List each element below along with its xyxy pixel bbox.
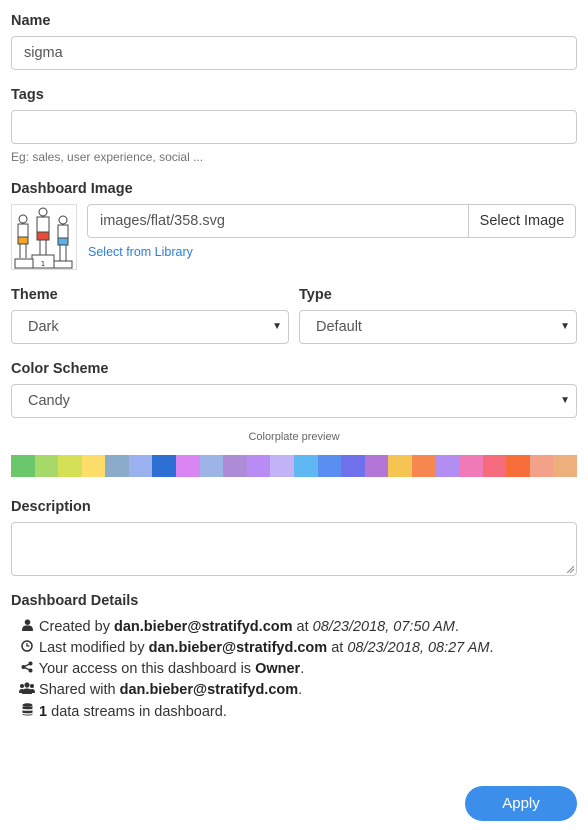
color-swatch bbox=[105, 455, 129, 477]
color-scheme-select[interactable]: Candy ▼ bbox=[11, 384, 577, 418]
color-swatch bbox=[223, 455, 247, 477]
select-image-button[interactable]: Select Image bbox=[468, 204, 576, 238]
color-swatch bbox=[317, 455, 342, 477]
description-textarea[interactable] bbox=[11, 522, 577, 576]
data-streams-row: 1 data streams in dashboard. bbox=[19, 703, 227, 720]
created-by-row: Created by dan.bieber@stratifyd.com at 0… bbox=[19, 619, 459, 635]
tags-label: Tags bbox=[11, 87, 44, 103]
chevron-down-icon: ▼ bbox=[560, 321, 570, 332]
color-swatch bbox=[176, 455, 200, 477]
tags-hint: Eg: sales, user experience, social ... bbox=[11, 150, 204, 164]
name-input[interactable]: sigma bbox=[11, 36, 577, 70]
theme-select[interactable]: Dark ▼ bbox=[11, 310, 289, 344]
color-swatch bbox=[506, 455, 530, 477]
chevron-down-icon: ▼ bbox=[560, 395, 570, 406]
color-swatch bbox=[435, 455, 459, 477]
color-swatch bbox=[270, 455, 294, 477]
color-swatch bbox=[341, 455, 365, 477]
color-swatch bbox=[411, 455, 436, 477]
dashboard-details-label: Dashboard Details bbox=[11, 593, 139, 609]
color-swatch bbox=[364, 455, 389, 477]
color-swatch bbox=[246, 455, 271, 477]
image-path-group: images/flat/358.svg Select Image bbox=[87, 204, 577, 238]
clock-icon bbox=[19, 640, 35, 655]
color-swatch bbox=[11, 455, 35, 477]
color-swatch bbox=[293, 455, 318, 477]
access-row: Your access on this dashboard is Owner. bbox=[19, 661, 304, 677]
type-label: Type bbox=[299, 287, 332, 303]
color-swatch bbox=[152, 455, 177, 477]
colorplate-preview bbox=[11, 455, 577, 477]
shared-with-row: Shared with dan.bieber@stratifyd.com. bbox=[19, 682, 302, 698]
color-swatch bbox=[58, 455, 82, 477]
color-swatch bbox=[458, 455, 483, 477]
select-from-library-link[interactable]: Select from Library bbox=[88, 245, 193, 259]
share-icon bbox=[19, 661, 35, 676]
theme-label: Theme bbox=[11, 287, 58, 303]
image-path-input[interactable]: images/flat/358.svg bbox=[87, 204, 469, 238]
color-scheme-select-value: Candy bbox=[28, 393, 70, 409]
description-label: Description bbox=[11, 499, 91, 515]
color-swatch bbox=[529, 455, 554, 477]
theme-select-value: Dark bbox=[28, 319, 59, 335]
svg-text:1: 1 bbox=[41, 260, 45, 268]
users-icon bbox=[19, 682, 35, 697]
database-icon bbox=[19, 703, 35, 719]
dashboard-image-label: Dashboard Image bbox=[11, 181, 133, 197]
user-icon bbox=[19, 619, 35, 634]
type-select[interactable]: Default ▼ bbox=[299, 310, 577, 344]
color-swatch bbox=[482, 455, 507, 477]
color-swatch bbox=[81, 455, 106, 477]
tags-input[interactable] bbox=[11, 110, 577, 144]
apply-button[interactable]: Apply bbox=[465, 786, 577, 821]
colorplate-preview-title: Colorplate preview bbox=[248, 431, 340, 443]
color-swatch bbox=[34, 455, 59, 477]
resize-handle-icon[interactable] bbox=[566, 565, 574, 573]
podium-people-illustration-icon[interactable]: 1 bbox=[11, 204, 77, 270]
color-swatch bbox=[553, 455, 577, 477]
last-modified-row: Last modified by dan.bieber@stratifyd.co… bbox=[19, 640, 494, 656]
color-swatch bbox=[128, 455, 153, 477]
chevron-down-icon: ▼ bbox=[272, 321, 282, 332]
color-swatch bbox=[388, 455, 412, 477]
color-scheme-label: Color Scheme bbox=[11, 361, 109, 377]
type-select-value: Default bbox=[316, 319, 362, 335]
name-label: Name bbox=[11, 13, 51, 29]
color-swatch bbox=[199, 455, 224, 477]
